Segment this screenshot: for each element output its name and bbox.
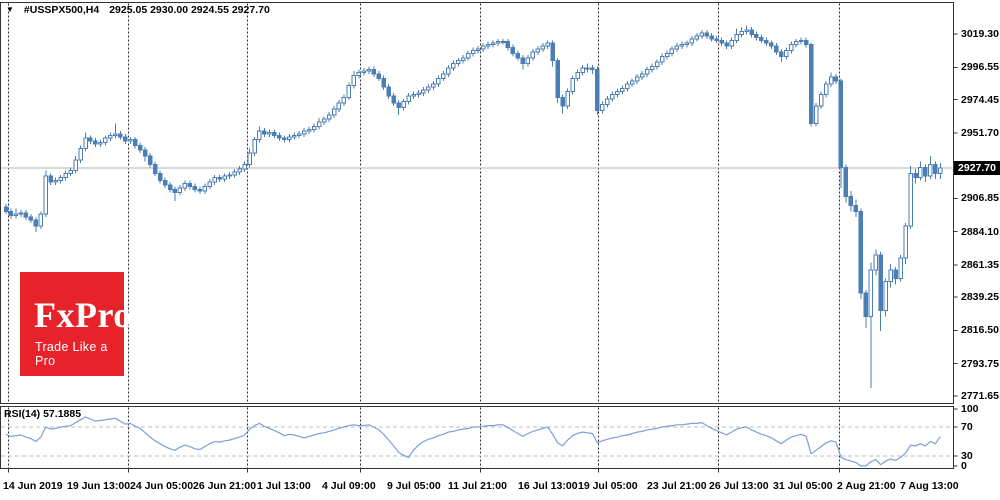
price-axis-label: 2951.70 [961, 127, 999, 139]
symbol-timeframe-label: #USSPX500,H4 [24, 4, 99, 16]
price-axis-label: 2793.75 [961, 358, 999, 370]
time-gridlines [9, 4, 840, 473]
ohlc-quote-label: 2925.05 2930.00 2924.55 2927.70 [109, 4, 270, 16]
price-axis-label: 2839.25 [961, 291, 999, 303]
price-axis-label: 2816.50 [961, 324, 999, 336]
time-axis-label: 14 Jun 2019 [3, 480, 63, 492]
price-axis-label: 2996.55 [961, 61, 999, 73]
price-axis-label: 2906.85 [961, 192, 999, 204]
logo-wordmark: FxPro [34, 294, 132, 336]
rsi-line [6, 417, 940, 466]
candles-layer [4, 26, 942, 389]
logo-tagline: Trade Like a Pro [35, 340, 124, 368]
price-axis-label: 3019.30 [961, 28, 999, 40]
price-axis-label: 2861.35 [961, 259, 999, 271]
current-price-tag: 2927.70 [954, 161, 1000, 175]
time-axis-label: 23 Jul 21:00 [647, 480, 707, 492]
price-axis-label: 2974.45 [961, 94, 999, 106]
time-axis-label: 24 Jun 05:00 [130, 480, 193, 492]
time-axis-label: 19 Jun 13:00 [67, 480, 130, 492]
time-axis-label: 7 Aug 13:00 [900, 480, 959, 492]
chart-canvas [0, 0, 1000, 500]
price-axis-label: 2884.10 [961, 226, 999, 238]
time-axis-label: 26 Jul 13:00 [709, 480, 769, 492]
time-axis-label: 4 Jul 09:00 [322, 480, 376, 492]
time-axis-label: 11 Jul 21:00 [448, 480, 507, 492]
time-axis-label: 31 Jul 05:00 [773, 480, 833, 492]
indicator-label: RSI(14) 57.1885 [4, 408, 81, 420]
time-axis-label: 26 Jun 21:00 [193, 480, 256, 492]
price-axis-label: 2771.65 [961, 390, 999, 402]
fxpro-logo: FxPro Trade Like a Pro [20, 272, 124, 376]
chart-window: ▼ #USSPX500,H4 2925.05 2930.00 2924.55 2… [0, 0, 1000, 500]
time-axis-label: 19 Jul 05:00 [578, 480, 638, 492]
chart-header: ▼ #USSPX500,H4 2925.05 2930.00 2924.55 2… [6, 4, 270, 16]
time-axis-label: 1 Jul 13:00 [257, 480, 311, 492]
rsi-axis-label: 0 [961, 460, 967, 472]
time-axis-label: 2 Aug 21:00 [837, 480, 896, 492]
rsi-axis-label: 100 [961, 403, 979, 415]
time-axis-label: 9 Jul 05:00 [387, 480, 441, 492]
rsi-axis-label: 70 [961, 421, 973, 433]
price-arrow-icon[interactable]: ▼ [6, 5, 14, 17]
time-axis-label: 16 Jul 13:00 [518, 480, 578, 492]
